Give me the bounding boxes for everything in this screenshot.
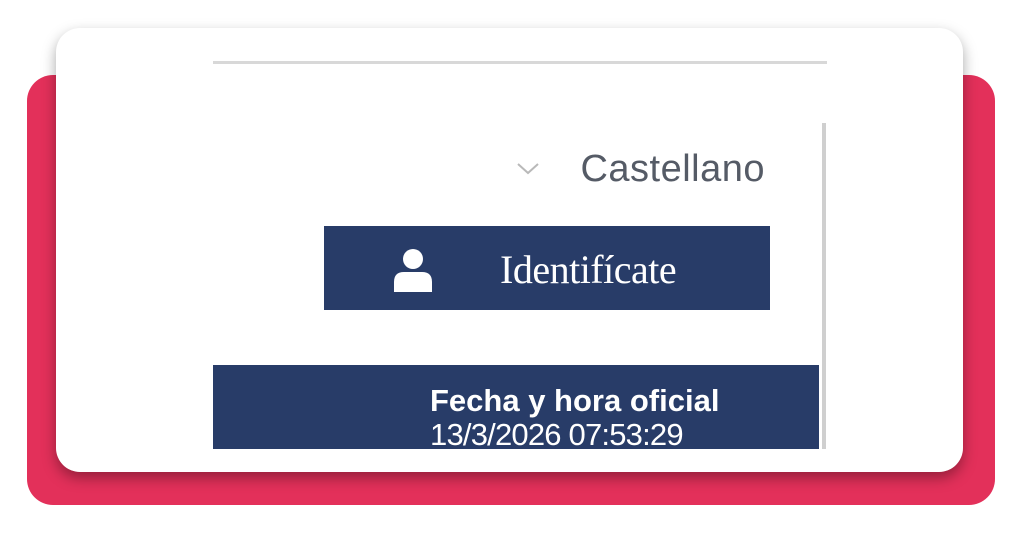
login-button[interactable]: Identifícate — [324, 226, 770, 310]
screenshot-card: Castellano Identifícate Fecha y hora ofi… — [56, 28, 963, 472]
user-icon — [392, 248, 434, 292]
scrollbar[interactable] — [822, 123, 826, 449]
chevron-down-icon — [516, 157, 540, 181]
page-header-crop: Castellano Identifícate Fecha y hora ofi… — [213, 61, 827, 452]
official-time-title: Fecha y hora oficial — [430, 383, 720, 418]
language-selected-label: Castellano — [580, 147, 765, 190]
official-time-bar: Fecha y hora oficial 13/3/2026 07:53:29 — [213, 365, 819, 452]
divider — [213, 61, 827, 64]
official-time-value: 13/3/2026 07:53:29 — [430, 417, 684, 452]
screenshot-frame: Castellano Identifícate Fecha y hora ofi… — [0, 0, 1024, 536]
login-button-label: Identifícate — [500, 247, 677, 292]
language-selector[interactable]: Castellano — [445, 146, 765, 192]
